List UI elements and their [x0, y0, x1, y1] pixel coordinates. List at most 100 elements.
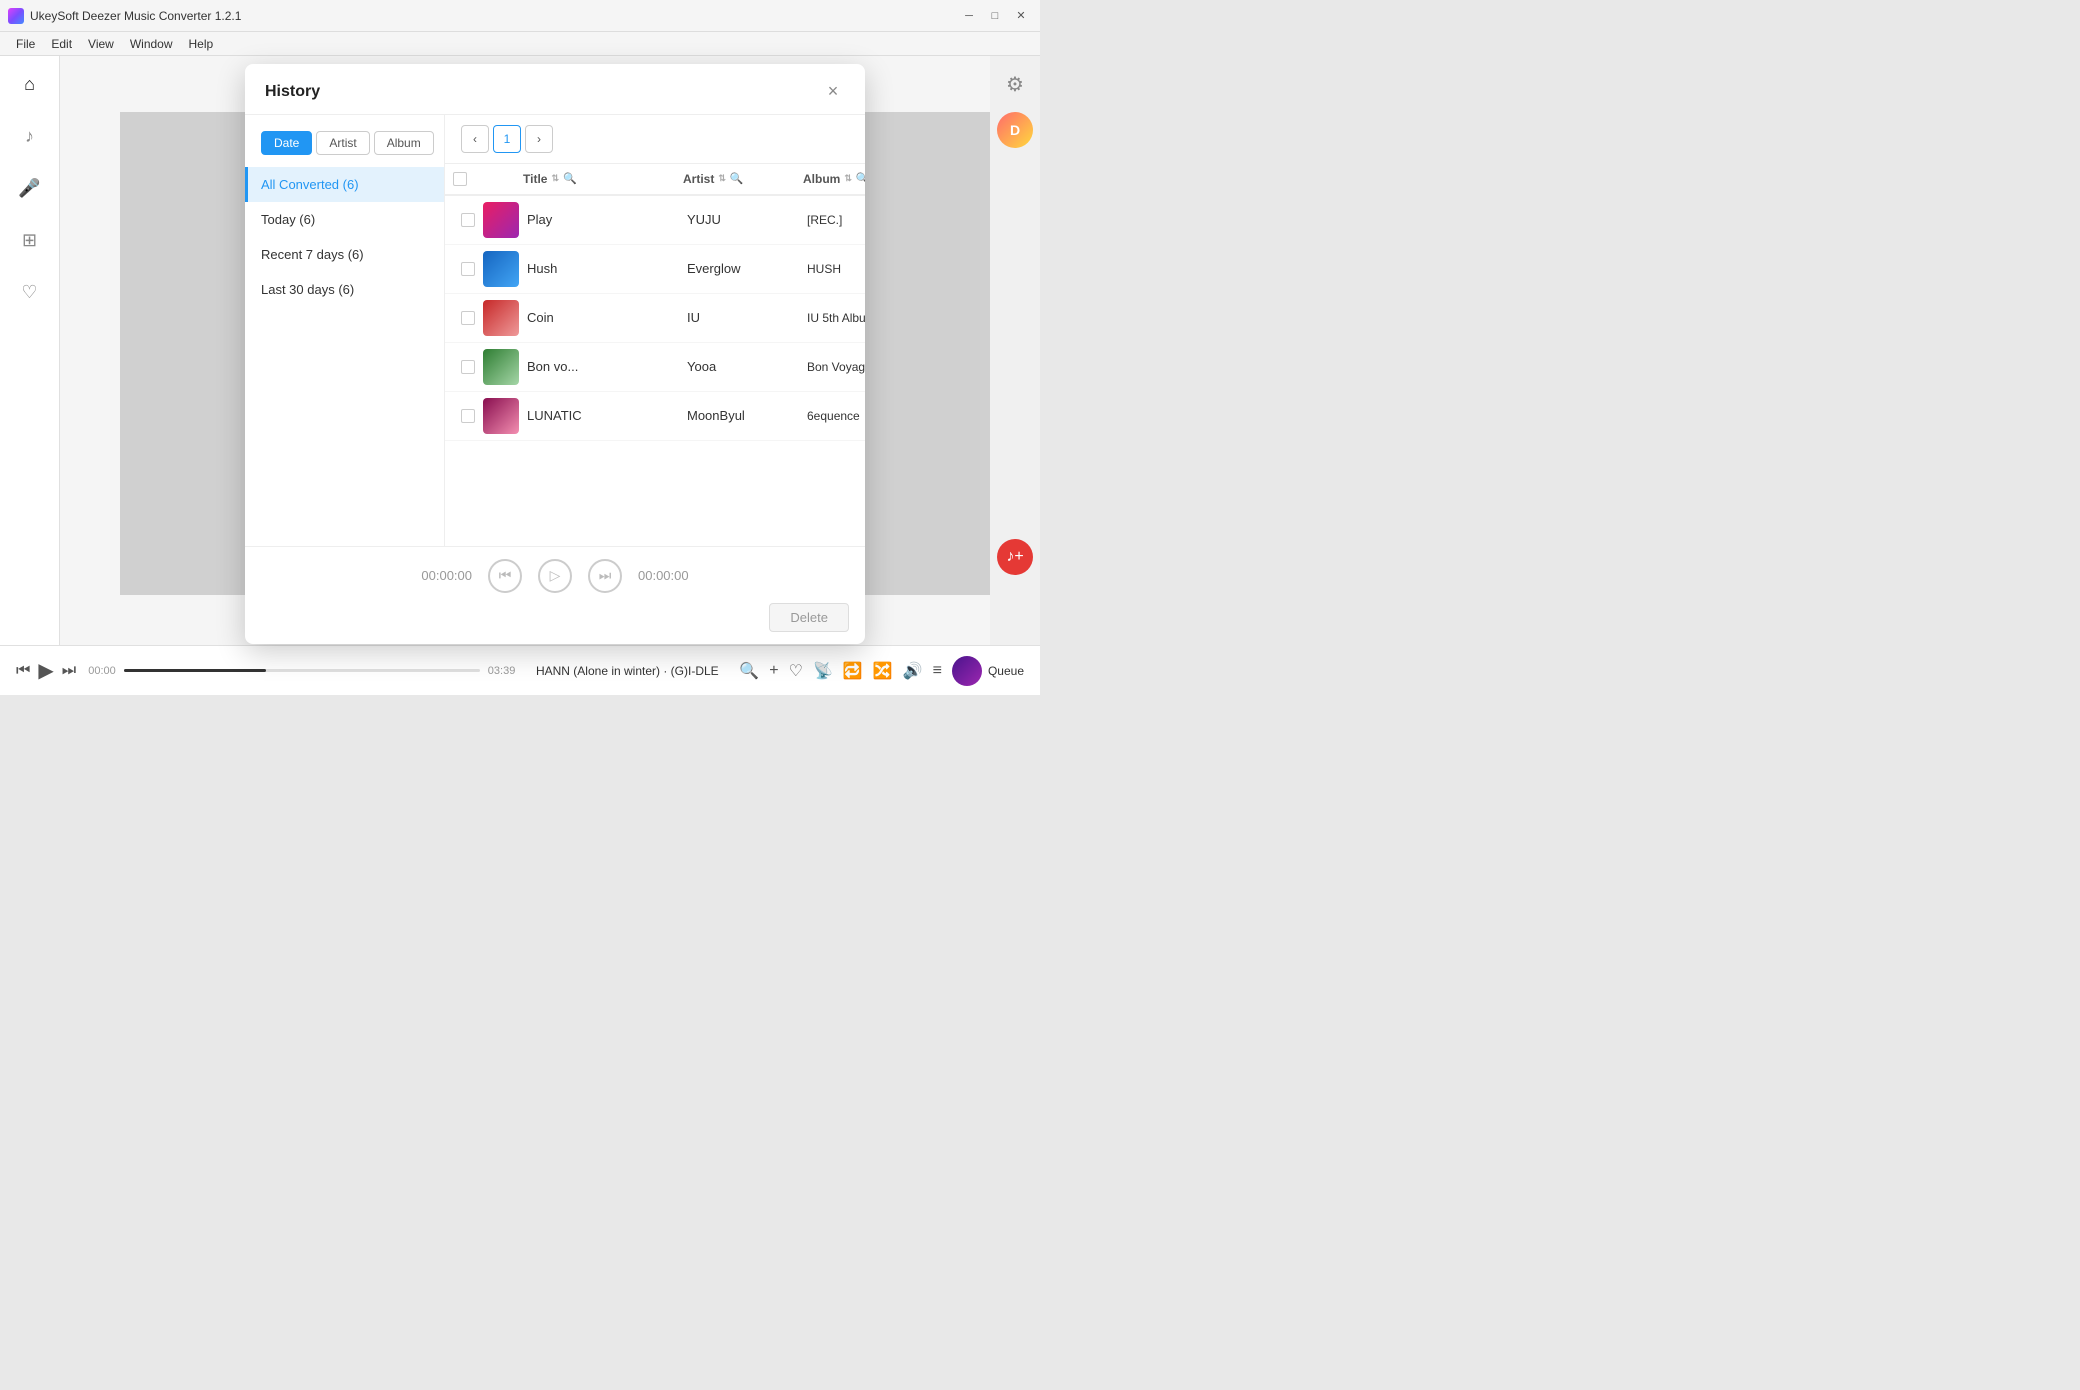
queue-area: Queue	[952, 656, 1024, 686]
song-album-3: IU 5th Album 'LI...	[803, 311, 865, 325]
sidebar-heart-icon[interactable]: ♡	[12, 274, 48, 310]
menu-view[interactable]: View	[80, 35, 122, 53]
song-thumb-2	[483, 251, 519, 287]
filter-tab-album[interactable]: Album	[374, 131, 434, 155]
sidebar: ⌂ ♪ 🎤 ⊞ ♡	[0, 56, 60, 645]
table-row: Bon vo... Yooa Bon Voyage 00:03:39 ▷ ⊡ 🗑	[445, 343, 865, 392]
song-artist-1: YUJU	[683, 212, 803, 227]
row-checkbox-5	[453, 409, 483, 423]
modal-right-panel: ‹ 1 ›	[445, 115, 865, 546]
pb-equalizer-icon[interactable]: ≡	[933, 662, 942, 680]
queue-label[interactable]: Queue	[988, 664, 1024, 678]
sidebar-grid-icon[interactable]: ⊞	[12, 222, 48, 258]
bulk-delete-button[interactable]: Delete	[769, 603, 849, 632]
maximize-button[interactable]: □	[984, 5, 1006, 27]
song-title-5: LUNATIC	[523, 408, 683, 423]
nav-all-converted[interactable]: All Converted (6)	[245, 167, 444, 202]
pb-song-info: HANN (Alone in winter) · (G)I-DLE	[527, 664, 727, 678]
pb-play-pause-icon[interactable]: ▶	[38, 658, 53, 683]
settings-icon[interactable]: ⚙	[997, 66, 1033, 102]
modal-body: Date Artist Album All Converted (6) Toda…	[245, 115, 865, 546]
skip-back-button[interactable]: ⏮	[488, 559, 522, 593]
song-title-1: Play	[523, 212, 683, 227]
title-sort-icon[interactable]: ⇅	[551, 173, 559, 184]
header-album: Album ⇅ 🔍	[803, 172, 865, 186]
artist-sort-icon[interactable]: ⇅	[718, 173, 726, 184]
song-artist-2: Everglow	[683, 261, 803, 276]
window-controls: ─ □ ✕	[958, 5, 1032, 27]
header-artist: Artist ⇅ 🔍	[683, 172, 803, 186]
skip-forward-button[interactable]: ⏭	[588, 559, 622, 593]
song-table: Title ⇅ 🔍 Artist ⇅ 🔍 A	[445, 164, 865, 546]
pb-time-end: 03:39	[488, 665, 516, 677]
pb-search-icon[interactable]: 🔍	[739, 661, 759, 681]
pb-add-icon[interactable]: +	[769, 662, 778, 680]
pb-skip-back-icon[interactable]: ⏮	[16, 662, 30, 680]
table-row: Coin IU IU 5th Album 'LI... 00:03:13 ▷ ⊡…	[445, 294, 865, 343]
song-thumb-1	[483, 202, 519, 238]
album-search-icon[interactable]: 🔍	[856, 172, 865, 185]
player-bar: ⏮ ▶ ⏭ 00:00 03:39 HANN (Alone in winter)…	[0, 645, 1040, 695]
filter-tabs: Date Artist Album	[245, 131, 444, 167]
current-page-button[interactable]: 1	[493, 125, 521, 153]
pb-song-title: HANN (Alone in winter) · (G)I-DLE	[536, 664, 719, 678]
table-row: LUNATIC MoonByul 6equence 00:03:25 ▷ ⊡ 🗑	[445, 392, 865, 441]
song-album-5: 6equence	[803, 409, 865, 423]
minimize-button[interactable]: ─	[958, 5, 980, 27]
table-row: Hush Everglow HUSH 00:02:44 ▷ ⊡ 🗑	[445, 245, 865, 294]
pb-skip-forward-icon[interactable]: ⏭	[62, 662, 76, 680]
player-controls: 00:00:00 ⏮ ▷ ⏭ 00:00:00	[261, 559, 849, 593]
song-artist-4: Yooa	[683, 359, 803, 374]
artist-search-icon[interactable]: 🔍	[730, 172, 744, 185]
menu-bar: File Edit View Window Help	[0, 32, 1040, 56]
play-pause-button[interactable]: ▷	[538, 559, 572, 593]
song-album-4: Bon Voyage	[803, 360, 865, 374]
nav-today[interactable]: Today (6)	[245, 202, 444, 237]
modal-header: History ×	[245, 64, 865, 115]
history-modal: History × Date Artist Album All Converte…	[245, 64, 865, 644]
song-artist-5: MoonByul	[683, 408, 803, 423]
sidebar-music-icon[interactable]: ♪	[12, 118, 48, 154]
song-album-2: HUSH	[803, 262, 865, 276]
album-sort-icon[interactable]: ⇅	[844, 173, 852, 184]
prev-page-button[interactable]: ‹	[461, 125, 489, 153]
menu-file[interactable]: File	[8, 35, 43, 53]
nav-recent-7-days[interactable]: Recent 7 days (6)	[245, 237, 444, 272]
pb-shuffle-icon[interactable]: 🔀	[873, 661, 893, 681]
sidebar-home-icon[interactable]: ⌂	[12, 66, 48, 102]
filter-tab-date[interactable]: Date	[261, 131, 312, 155]
pb-volume-icon[interactable]: 🔊	[903, 661, 923, 681]
nav-last-30-days[interactable]: Last 30 days (6)	[245, 272, 444, 307]
next-page-button[interactable]: ›	[525, 125, 553, 153]
user-avatar[interactable]: D	[997, 112, 1033, 148]
music-add-button[interactable]: ♪+	[997, 539, 1033, 575]
app-close-button[interactable]: ✕	[1010, 5, 1032, 27]
sidebar-mic-icon[interactable]: 🎤	[12, 170, 48, 206]
pb-repeat-icon[interactable]: 🔁	[843, 661, 863, 681]
row-checkbox-2	[453, 262, 483, 276]
pb-heart-icon[interactable]: ♡	[789, 661, 803, 681]
menu-edit[interactable]: Edit	[43, 35, 80, 53]
app-icon	[8, 8, 24, 24]
row-checkbox-3	[453, 311, 483, 325]
row-checkbox-4	[453, 360, 483, 374]
select-all-checkbox[interactable]	[453, 172, 467, 186]
pb-time-start: 00:00	[88, 665, 116, 677]
menu-window[interactable]: Window	[122, 35, 181, 53]
pb-cast-icon[interactable]: 📡	[813, 661, 833, 681]
pb-controls: ⏮ ▶ ⏭	[16, 658, 76, 683]
song-thumb-4	[483, 349, 519, 385]
menu-help[interactable]: Help	[181, 35, 222, 53]
modal-left-panel: Date Artist Album All Converted (6) Toda…	[245, 115, 445, 546]
player-time-start: 00:00:00	[421, 568, 472, 583]
pagination: ‹ 1 ›	[445, 115, 865, 164]
filter-tab-artist[interactable]: Artist	[316, 131, 369, 155]
song-title-4: Bon vo...	[523, 359, 683, 374]
table-header: Title ⇅ 🔍 Artist ⇅ 🔍 A	[445, 164, 865, 196]
pb-right-controls: 🔍 + ♡ 📡 🔁 🔀 🔊 ≡ Queue	[739, 656, 1024, 686]
progress-bar[interactable]	[124, 669, 480, 672]
modal-close-button[interactable]: ×	[821, 80, 845, 104]
app-body: ⌂ ♪ 🎤 ⊞ ♡ History × Date Ar	[0, 56, 1040, 645]
song-title-2: Hush	[523, 261, 683, 276]
title-search-icon[interactable]: 🔍	[563, 172, 577, 185]
